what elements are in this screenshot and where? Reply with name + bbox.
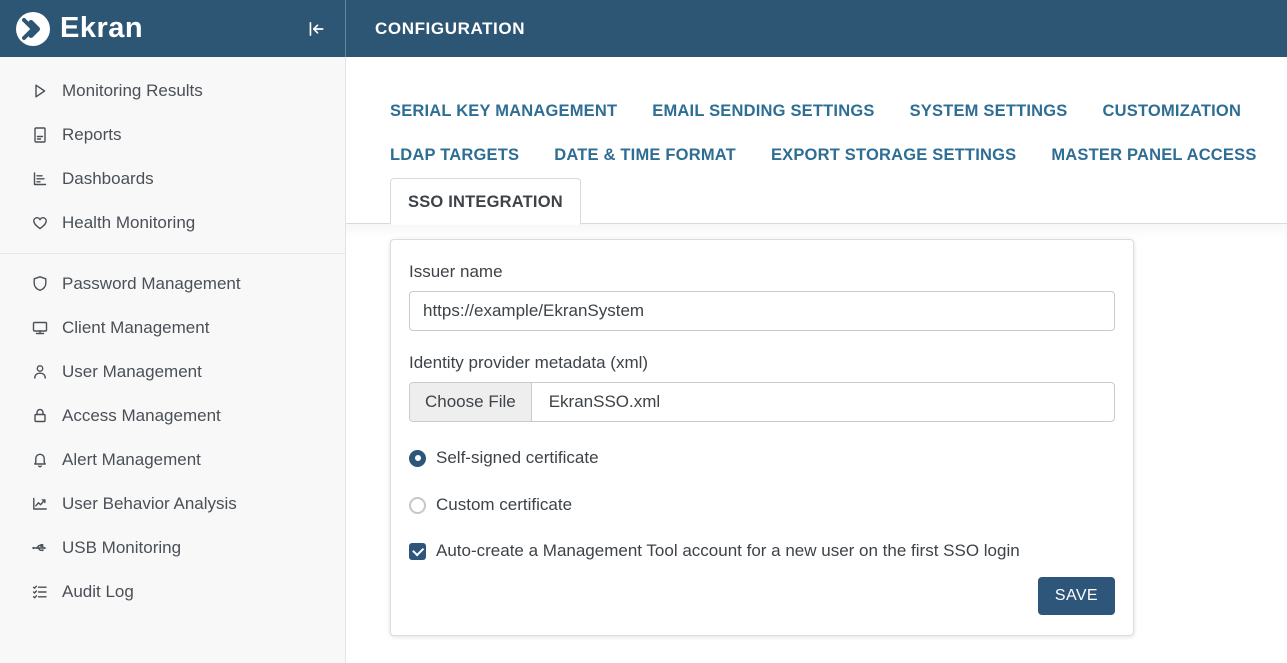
tab-serial-key-management[interactable]: SERIAL KEY MANAGEMENT [390, 102, 617, 121]
tab-row-2: LDAP TARGETS DATE & TIME FORMAT EXPORT STO… [390, 133, 1287, 177]
sidebar-item-user-management[interactable]: User Management [0, 350, 345, 394]
tab-sso-integration[interactable]: SSO INTEGRATION [390, 178, 581, 225]
page-title: CONFIGURATION [375, 0, 525, 57]
sidebar-item-label: User Management [62, 362, 202, 382]
sidebar-group-2: Password Management Client Management User… [0, 253, 345, 614]
choose-file-button[interactable]: Choose File [410, 383, 532, 421]
auto-create-label: Auto-create a Management Tool account fo… [436, 541, 1020, 561]
auto-create-checkbox[interactable] [409, 543, 426, 560]
sidebar-item-label: Health Monitoring [62, 213, 195, 233]
sidebar-group-1: Monitoring Results Reports Dashboards Healt… [0, 69, 345, 245]
tab-email-sending-settings[interactable]: EMAIL SENDING SETTINGS [652, 102, 874, 121]
tab-panel-top-shade [346, 224, 1287, 239]
tab-date-time-format[interactable]: DATE & TIME FORMAT [554, 146, 736, 165]
sso-settings-card: Issuer name Identity provider metadata (… [390, 239, 1134, 636]
metadata-label: Identity provider metadata (xml) [409, 353, 1115, 373]
sidebar-item-monitoring-results[interactable]: Monitoring Results [0, 69, 345, 113]
active-tab-row: SSO INTEGRATION [346, 177, 1287, 224]
save-row: SAVE [409, 577, 1115, 615]
brand-name: Ekran [60, 12, 143, 45]
sidebar: Monitoring Results Reports Dashboards Healt… [0, 57, 346, 663]
sidebar-item-alert-management[interactable]: Alert Management [0, 438, 345, 482]
tab-export-storage-settings[interactable]: EXPORT STORAGE SETTINGS [771, 146, 1016, 165]
ekran-logo-icon [14, 10, 52, 48]
sidebar-item-access-management[interactable]: Access Management [0, 394, 345, 438]
sidebar-item-password-management[interactable]: Password Management [0, 262, 345, 306]
issuer-name-label: Issuer name [409, 262, 1115, 282]
radio-self-signed-certificate[interactable] [409, 450, 426, 467]
app-window: Ekran CONFIGURATION Monitoring Results Re… [0, 0, 1287, 663]
top-header: Ekran CONFIGURATION [0, 0, 1287, 57]
tab-system-settings[interactable]: SYSTEM SETTINGS [910, 102, 1068, 121]
sidebar-item-label: User Behavior Analysis [62, 494, 237, 514]
radio-option-custom-certificate[interactable]: Custom certificate [409, 495, 1115, 515]
sidebar-item-client-management[interactable]: Client Management [0, 306, 345, 350]
collapse-sidebar-icon[interactable] [303, 16, 329, 42]
tab-master-panel-access[interactable]: MASTER PANEL ACCESS [1051, 146, 1256, 165]
sidebar-item-label: Alert Management [62, 450, 201, 470]
sidebar-item-label: Reports [62, 125, 122, 145]
configuration-tabs: SERIAL KEY MANAGEMENT EMAIL SENDING SETTI… [346, 89, 1287, 177]
heart-icon [31, 214, 49, 232]
shield-icon [31, 275, 49, 293]
auto-create-option[interactable]: Auto-create a Management Tool account fo… [409, 541, 1115, 561]
radio-option-self-signed-certificate[interactable]: Self-signed certificate [409, 448, 1115, 468]
lock-icon [31, 407, 49, 425]
sidebar-item-label: Password Management [62, 274, 241, 294]
sidebar-item-usb-monitoring[interactable]: USB Monitoring [0, 526, 345, 570]
sidebar-header: Ekran [0, 0, 346, 57]
radio-label: Custom certificate [436, 495, 572, 515]
sidebar-item-user-behavior-analysis[interactable]: User Behavior Analysis [0, 482, 345, 526]
sidebar-item-label: Monitoring Results [62, 81, 203, 101]
line-chart-icon [31, 495, 49, 513]
sidebar-item-label: Audit Log [62, 582, 134, 602]
checklist-icon [31, 583, 49, 601]
monitor-icon [31, 319, 49, 337]
tab-customization[interactable]: CUSTOMIZATION [1103, 102, 1242, 121]
sidebar-item-label: Access Management [62, 406, 221, 426]
metadata-file-input[interactable]: Choose File EkranSSO.xml [409, 382, 1115, 422]
bell-icon [31, 451, 49, 469]
tab-ldap-targets[interactable]: LDAP TARGETS [390, 146, 519, 165]
play-icon [31, 82, 49, 100]
sidebar-item-dashboards[interactable]: Dashboards [0, 157, 345, 201]
selected-file-name: EkranSSO.xml [532, 383, 660, 421]
sidebar-item-label: USB Monitoring [62, 538, 181, 558]
issuer-name-input[interactable] [409, 291, 1115, 331]
certificate-options: Self-signed certificate Custom certificat… [409, 448, 1115, 515]
sidebar-item-audit-log[interactable]: Audit Log [0, 570, 345, 614]
sidebar-item-reports[interactable]: Reports [0, 113, 345, 157]
user-icon [31, 363, 49, 381]
radio-label: Self-signed certificate [436, 448, 599, 468]
body: Monitoring Results Reports Dashboards Healt… [0, 57, 1287, 663]
bar-chart-icon [31, 170, 49, 188]
usb-icon [31, 539, 49, 557]
sidebar-item-label: Dashboards [62, 169, 154, 189]
report-document-icon [31, 126, 49, 144]
main-content: SERIAL KEY MANAGEMENT EMAIL SENDING SETTI… [346, 57, 1287, 663]
sidebar-item-health-monitoring[interactable]: Health Monitoring [0, 201, 345, 245]
tab-row-1: SERIAL KEY MANAGEMENT EMAIL SENDING SETTI… [390, 89, 1287, 133]
sidebar-item-label: Client Management [62, 318, 209, 338]
save-button[interactable]: SAVE [1038, 577, 1115, 615]
radio-custom-certificate[interactable] [409, 497, 426, 514]
